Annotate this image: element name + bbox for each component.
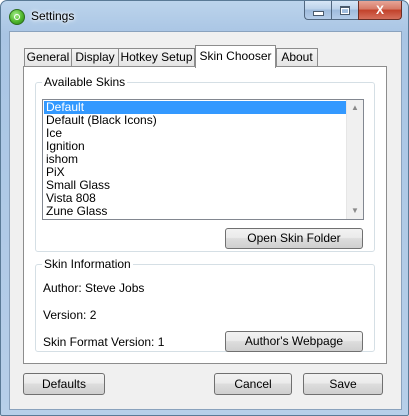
- defaults-button[interactable]: Defaults: [23, 373, 105, 395]
- authors-webpage-button[interactable]: Author's Webpage: [225, 331, 363, 352]
- close-button[interactable]: X: [358, 1, 402, 20]
- caption-buttons: X: [304, 1, 402, 21]
- tab-general[interactable]: General: [24, 48, 72, 66]
- skin-author: Author: Steve Jobs: [43, 281, 145, 295]
- skin-chooser-panel: Available Skins Default Default (Black I…: [23, 66, 387, 364]
- maximize-button[interactable]: [331, 1, 358, 20]
- available-skins-legend: Available Skins: [44, 75, 126, 89]
- list-item-ishom[interactable]: ishom: [44, 153, 346, 166]
- window-title: Settings: [31, 9, 75, 23]
- skins-listbox[interactable]: Default Default (Black Icons) Ice Igniti…: [42, 99, 364, 220]
- dialog-client-area: General Display Hotkey Setup Skin Choose…: [9, 31, 402, 410]
- close-icon: X: [375, 3, 384, 17]
- cancel-button[interactable]: Cancel: [214, 373, 292, 395]
- settings-window: Settings X General Display Hotkey Setup …: [0, 0, 409, 416]
- minimize-icon: [312, 10, 324, 16]
- skins-list-scrollbar[interactable]: ▲ ▼: [346, 100, 363, 219]
- list-item-default-black-icons[interactable]: Default (Black Icons): [44, 114, 346, 127]
- tab-display[interactable]: Display: [71, 48, 119, 66]
- maximize-icon: [340, 5, 350, 15]
- scroll-down-icon[interactable]: ▼: [347, 203, 363, 219]
- save-button[interactable]: Save: [303, 373, 383, 395]
- list-item-ignition[interactable]: Ignition: [44, 140, 346, 153]
- tab-about[interactable]: About: [276, 48, 318, 66]
- skin-information-group: Skin Information Author: Steve Jobs Vers…: [35, 257, 375, 352]
- tab-hotkey-setup[interactable]: Hotkey Setup: [118, 48, 195, 66]
- skin-format-version: Skin Format Version: 1: [43, 335, 165, 349]
- settings-gear-icon: [9, 9, 25, 25]
- open-skin-folder-button[interactable]: Open Skin Folder: [225, 228, 363, 249]
- tab-skin-chooser[interactable]: Skin Chooser: [195, 45, 276, 68]
- minimize-button[interactable]: [304, 1, 331, 20]
- available-skins-group: Available Skins Default Default (Black I…: [35, 75, 375, 252]
- skin-version: Version: 2: [43, 308, 97, 322]
- list-item-ice[interactable]: Ice: [44, 127, 346, 140]
- scroll-up-icon[interactable]: ▲: [347, 100, 363, 116]
- skins-list: Default Default (Black Icons) Ice Igniti…: [44, 101, 346, 218]
- list-item-zune-glass[interactable]: Zune Glass: [44, 205, 346, 218]
- title-bar[interactable]: Settings X: [1, 1, 408, 33]
- skin-information-legend: Skin Information: [44, 257, 131, 271]
